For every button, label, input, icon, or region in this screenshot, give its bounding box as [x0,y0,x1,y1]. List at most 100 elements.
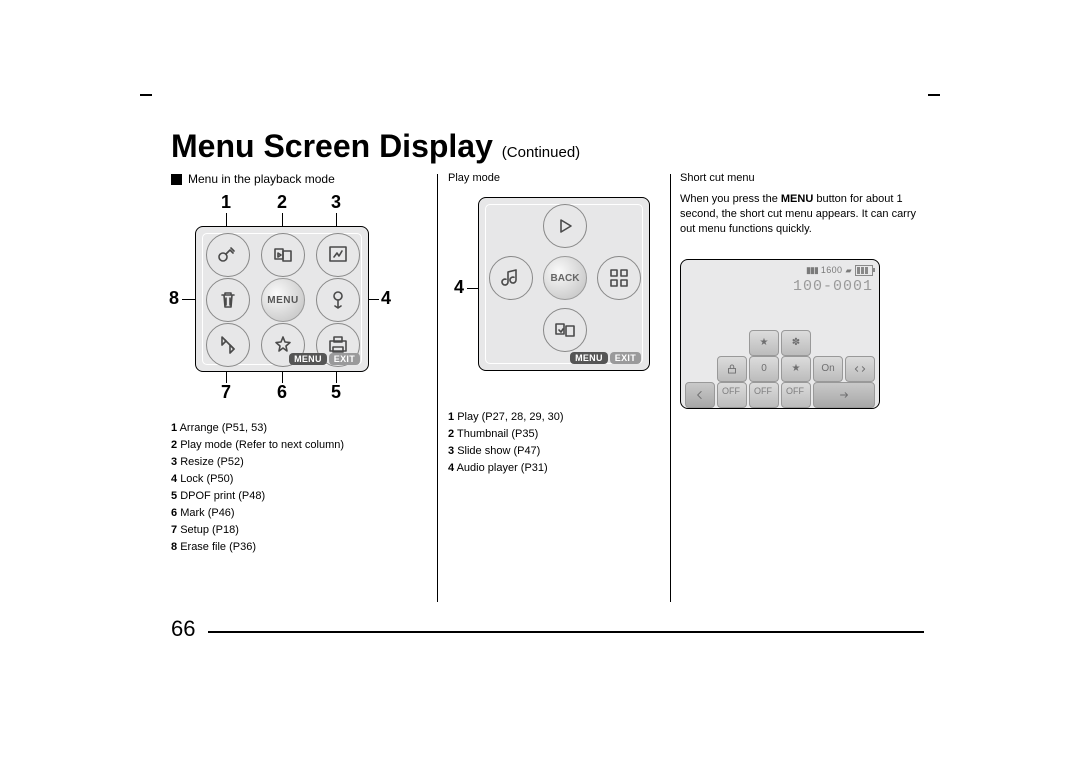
col3-heading: Short cut menu [680,172,930,184]
slideshow-icon [543,308,587,352]
title-sub: (Continued) [502,144,580,161]
exit-bar: MENU EXIT [289,353,360,365]
exit-pill: EXIT [329,353,360,365]
menu-pill: MENU [289,353,327,365]
legend-text: Arrange (P51, 53) [180,422,267,434]
exit-pill: EXIT [610,352,641,364]
shortcut-count: 0 [749,356,779,382]
legend-text: Resize (P52) [180,456,244,468]
page-title: Menu Screen Display (Continued) [171,128,580,165]
crop-mark [928,94,940,96]
body-bold: MENU [781,193,813,205]
shortcut-on: On [813,356,843,382]
resize-icon [316,233,360,277]
legend-text: DPOF print (P48) [180,490,265,502]
legend-num: 6 [171,507,177,519]
on-label: On [821,363,834,374]
shortcut-sparkle-icon: ✽ [781,330,811,356]
lock-icon [316,278,360,322]
shortcut-mark-icon: ★ [781,356,811,382]
legend-num: 3 [171,456,177,468]
shortcut-lock-icon [717,356,747,382]
play-mode-screen: BACK MENU EXIT [478,197,650,371]
shortcut-star-icon: ★ [749,330,779,356]
back-center: BACK [543,256,587,300]
count-label: 0 [761,363,767,374]
shortcut-menu-screen: ▮▮▮ 1600 ▰ 100-0001 ★ ✽ 0 ★ On OFF OFF O… [680,259,880,409]
callout-8: 8 [169,288,179,309]
col3-body: When you press the MENU button for about… [680,192,930,237]
callout-1: 1 [221,192,231,213]
legend-text: Mark (P46) [180,507,234,519]
shortcut-right-arrow-icon [813,382,875,408]
legend-text: Thumbnail (P35) [457,428,538,440]
callout-6: 6 [277,382,287,403]
play-mode-icon [261,233,305,277]
body-pre: When you press the [680,193,781,205]
off-label: OFF [781,386,809,396]
image-size-label: 1600 [821,265,843,275]
menu-center: MENU [261,278,305,322]
column-divider [670,174,671,602]
column-playback-menu: Menu in the playback mode 1 2 3 8 4 7 6 … [171,170,421,556]
status-bar: ▮▮▮ 1600 ▰ [806,265,873,276]
battery-icon [855,265,873,276]
erase-icon [206,278,250,322]
legend-num: 1 [448,411,454,423]
callout-4: 4 [454,277,464,298]
menu-center-label: MENU [267,295,298,306]
off-label: OFF [717,386,745,396]
legend-num: 3 [448,445,454,457]
thumbnail-icon [597,256,641,300]
legend-num: 1 [171,422,177,434]
legend-num: 2 [171,439,177,451]
heading-bullet [171,174,182,185]
col2-heading: Play mode [448,172,658,184]
playback-menu-screen: MENU MENU EXIT [195,226,369,372]
audio-player-icon [489,256,533,300]
col1-heading-text: Menu in the playback mode [188,172,335,186]
legend-text: Erase file (P36) [180,541,256,553]
legend-text: Setup (P18) [180,524,239,536]
shortcut-left-arrow-icon [685,382,715,408]
legend-num: 5 [171,490,177,502]
callout-4: 4 [381,288,391,309]
icon-label: ✽ [792,337,800,348]
shortcut-arrows-icon [845,356,875,382]
icon-label: ★ [760,337,769,348]
legend-num: 2 [448,428,454,440]
legend-num: 8 [171,541,177,553]
file-number: 100-0001 [793,278,873,295]
column-shortcut: Short cut menu When you press the MENU b… [680,170,930,409]
play-icon [543,204,587,248]
legend-text: Play mode (Refer to next column) [180,439,344,451]
column-divider [437,174,438,602]
legend-text: Audio player (P31) [457,462,548,474]
callout-5: 5 [331,382,341,403]
menu-pill: MENU [570,352,608,364]
setup-icon [206,323,250,367]
legend-num: 4 [171,473,177,485]
legend-num: 4 [448,462,454,474]
callout-2: 2 [277,192,287,213]
col2-legend: 1 Play (P27, 28, 29, 30) 2 Thumbnail (P3… [448,409,658,477]
callout-3: 3 [331,192,341,213]
legend-text: Slide show (P47) [457,445,540,457]
icon-label: ★ [792,363,801,374]
page-number: 66 [171,616,195,642]
legend-text: Play (P27, 28, 29, 30) [457,411,563,423]
back-center-label: BACK [551,273,580,284]
crop-mark [140,94,152,96]
exit-bar: MENU EXIT [570,352,641,364]
shortcut-grid: ★ ✽ 0 ★ On OFF OFF OFF [681,330,879,402]
arrange-icon [206,233,250,277]
legend-num: 7 [171,524,177,536]
off-label: OFF [749,386,777,396]
callout-7: 7 [221,382,231,403]
page: { "page_number": "66", "title_main": "Me… [0,0,1080,764]
legend-text: Lock (P50) [180,473,233,485]
col1-heading: Menu in the playback mode [171,172,421,186]
title-main: Menu Screen Display [171,128,493,164]
column-play-mode: Play mode 1 2 3 4 BACK MENU EXIT 1 Play … [448,170,658,477]
col1-legend: 1 Arrange (P51, 53) 2 Play mode (Refer t… [171,420,421,556]
